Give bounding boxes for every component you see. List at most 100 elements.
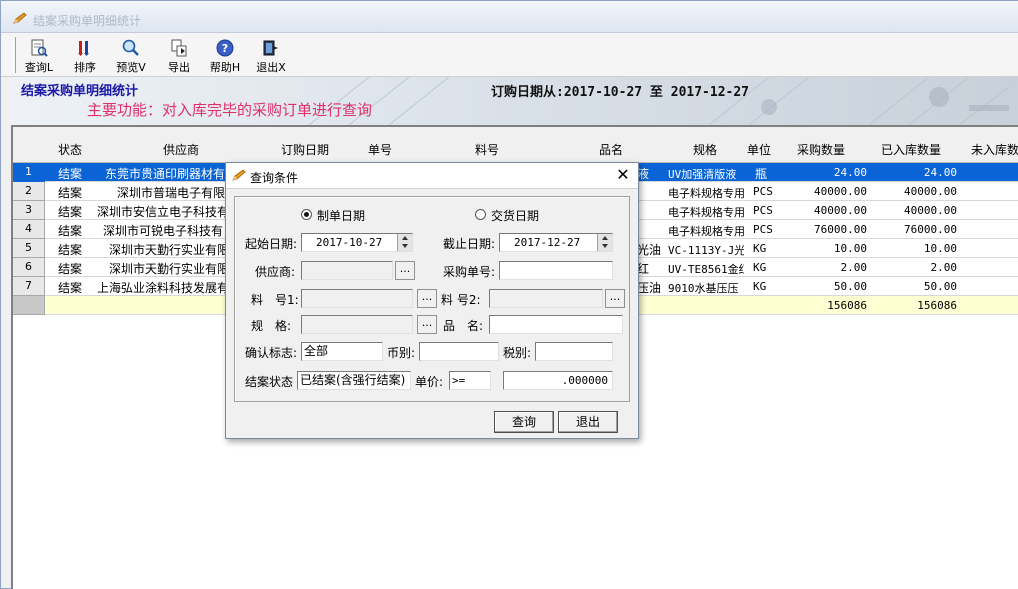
row-number: 3: [13, 201, 45, 220]
query-conditions-dialog: 查询条件 ✕ 制单日期 交货日期 起始日期: 2017-10-27 截止日期: …: [225, 162, 639, 439]
col-product-name[interactable]: 品名: [599, 141, 623, 158]
sort-icon: [78, 41, 89, 56]
app-window: 结案采购单明细统计 查询L 排序 预览V 导出 ? 帮助H 退出X 结案采购单明…: [0, 0, 1018, 589]
name-label: 品 名:: [443, 319, 484, 333]
end-date-spinner[interactable]: [597, 234, 612, 251]
confirm-flag-label: 确认标志:: [245, 346, 298, 360]
col-unit[interactable]: 单位: [747, 141, 771, 158]
col-status[interactable]: 状态: [58, 141, 82, 158]
cell-purchase-qty: 50.00: [833, 280, 867, 293]
radio-make-date[interactable]: [301, 209, 312, 220]
part1-lookup-button[interactable]: ...: [417, 289, 437, 308]
cell-product-name: 液: [637, 167, 650, 181]
spec-label: 规 格:: [251, 319, 292, 333]
sort-button[interactable]: 排序: [65, 37, 105, 75]
cell-spec: 电子料规格专用: [668, 187, 744, 200]
cell-purchase-qty: 40000.00: [814, 185, 867, 198]
currency-field[interactable]: [419, 342, 499, 361]
cell-unit: KG: [753, 242, 767, 255]
dialog-title: 查询条件: [250, 171, 299, 185]
cell-status: 结案: [58, 186, 83, 200]
tax-field[interactable]: [535, 342, 613, 361]
cell-spec: 电子料规格专用: [668, 206, 744, 219]
cell-spec: UV加强清版液: [668, 168, 737, 181]
price-value-field[interactable]: .000000: [503, 371, 613, 390]
part2-field[interactable]: [489, 289, 603, 308]
end-date-value: 2017-12-27: [514, 236, 581, 249]
exit-label: 退出X: [256, 61, 286, 74]
row-number: 7: [13, 277, 45, 296]
cell-received-qty: 76000.00: [904, 223, 957, 236]
report-title: 结案采购单明细统计: [21, 84, 139, 99]
cell-product-name: 光油: [637, 243, 662, 257]
row-number: 5: [13, 239, 45, 258]
query-button[interactable]: 查询L: [19, 37, 59, 75]
part1-field[interactable]: [301, 289, 413, 308]
row-number: [13, 296, 45, 315]
price-operator-select[interactable]: >=: [449, 371, 491, 390]
col-pending-qty[interactable]: 未入库数: [971, 141, 1018, 158]
col-order-date[interactable]: 订购日期: [281, 141, 329, 158]
cell-spec: 9010水基压压: [668, 282, 739, 295]
cell-status: 结案: [58, 224, 83, 238]
cell-supplier: 深圳市普瑞电子有限: [117, 186, 225, 200]
col-received-qty[interactable]: 已入库数量: [881, 141, 941, 158]
toolbar-grip[interactable]: [13, 37, 16, 73]
query-submit-button[interactable]: 查询: [494, 411, 554, 433]
col-purchase-qty[interactable]: 采购数量: [797, 141, 845, 158]
po-number-field[interactable]: [499, 261, 613, 280]
radio-delivery-date[interactable]: [475, 209, 486, 220]
help-button[interactable]: ? 帮助H: [205, 37, 245, 75]
part2-lookup-button[interactable]: ...: [605, 289, 625, 308]
start-date-spinner[interactable]: [397, 234, 412, 251]
col-order-no[interactable]: 单号: [368, 141, 392, 158]
row-number: 2: [13, 182, 45, 201]
supplier-field[interactable]: [301, 261, 393, 280]
title-bar: 结案采购单明细统计: [1, 1, 1018, 33]
cell-product-name: 红: [637, 262, 650, 276]
cell-received-qty: 40000.00: [904, 204, 957, 217]
confirm-flag-select[interactable]: 全部: [301, 342, 383, 361]
currency-label: 币别:: [387, 346, 416, 360]
closed-status-select[interactable]: 已结案(含强行结案): [297, 371, 411, 390]
row-number: 6: [13, 258, 45, 277]
exit-icon: [263, 40, 278, 56]
query-icon: [31, 39, 48, 57]
spec-lookup-button[interactable]: ...: [417, 315, 437, 334]
export-button[interactable]: 导出: [159, 37, 199, 75]
radio-delivery-date-label: 交货日期: [491, 209, 540, 223]
function-description: 主要功能：对入库完毕的采购订单进行查询: [87, 101, 373, 119]
supplier-label: 供应商:: [255, 265, 296, 279]
cell-purchase-qty: 10.00: [833, 242, 867, 255]
part2-label: 料 号2:: [441, 293, 481, 307]
col-spec[interactable]: 规格: [693, 141, 717, 158]
cell-supplier: 深圳市天勤行实业有限: [109, 243, 225, 257]
cell-unit: 瓶: [755, 167, 768, 181]
toolbar: 查询L 排序 预览V 导出 ? 帮助H 退出X: [1, 33, 1018, 77]
end-date-picker[interactable]: 2017-12-27: [499, 233, 613, 252]
total-purchase-qty: 156086: [827, 299, 867, 312]
cell-purchase-qty: 2.00: [840, 261, 868, 274]
dialog-pencil-icon: [232, 169, 246, 181]
preview-button[interactable]: 预览V: [111, 37, 151, 75]
name-field[interactable]: [489, 315, 623, 334]
exit-button[interactable]: 退出X: [251, 37, 291, 75]
spec-field[interactable]: [301, 315, 413, 334]
cell-spec: VC-1113Y-J光油: [668, 244, 744, 257]
export-icon: [171, 39, 187, 57]
sort-label: 排序: [74, 61, 96, 74]
cell-supplier: 东莞市贵通印刷器材有限: [105, 167, 225, 181]
cell-supplier: 上海弘业涂料科技发展有: [97, 281, 225, 295]
col-part-no[interactable]: 料号: [475, 141, 499, 158]
cell-unit: KG: [753, 261, 767, 274]
start-date-picker[interactable]: 2017-10-27: [301, 233, 413, 252]
dialog-exit-button[interactable]: 退出: [558, 411, 618, 433]
cell-unit: PCS: [753, 185, 773, 198]
cell-unit: PCS: [753, 204, 773, 217]
export-label: 导出: [168, 61, 190, 74]
row-number: 4: [13, 220, 45, 239]
col-supplier[interactable]: 供应商: [163, 141, 199, 158]
supplier-lookup-button[interactable]: ...: [395, 261, 415, 280]
close-icon[interactable]: ✕: [612, 165, 634, 185]
cell-unit: KG: [753, 280, 767, 293]
